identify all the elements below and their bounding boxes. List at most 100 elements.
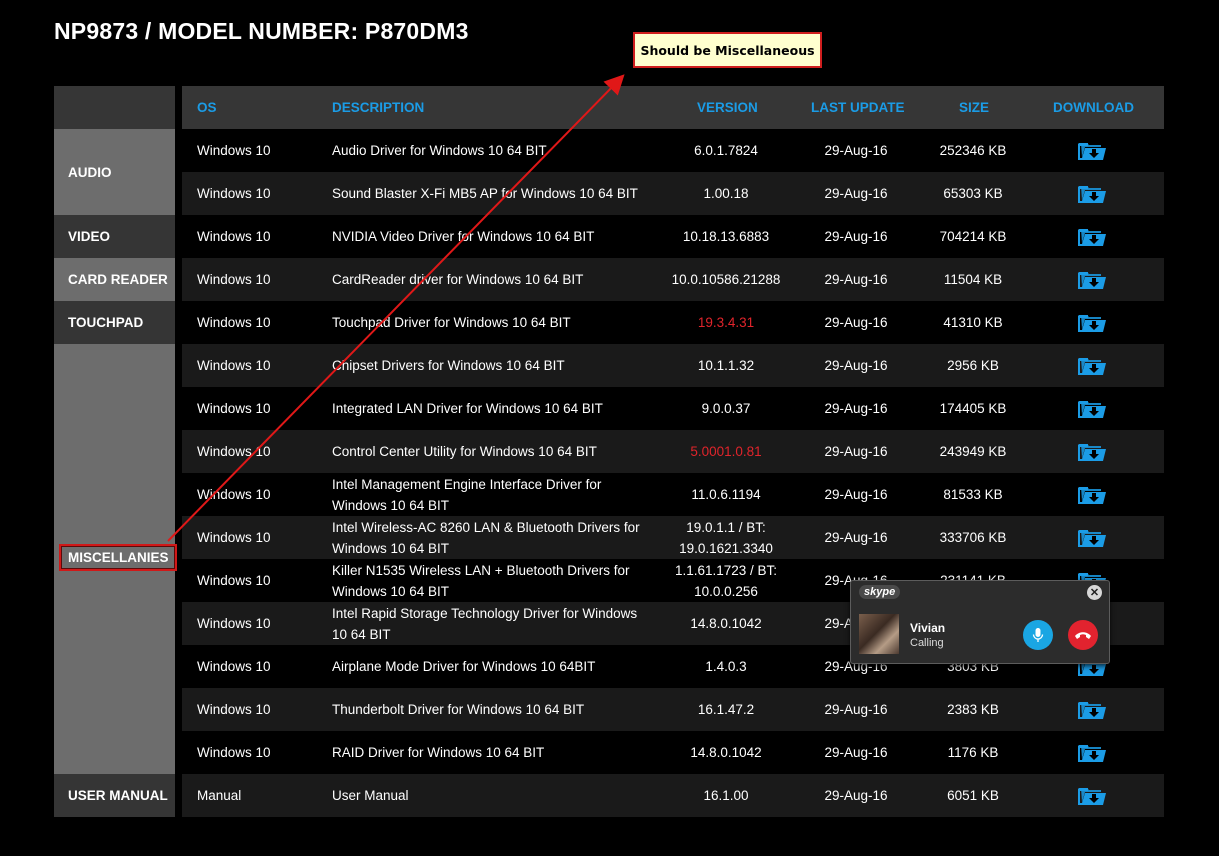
avatar	[859, 614, 899, 654]
cell-version: 1.4.0.3	[705, 659, 747, 674]
cell-size: 243949 KB	[939, 444, 1007, 459]
download-button[interactable]	[1062, 473, 1122, 516]
download-button[interactable]	[1062, 172, 1122, 215]
cell-last-update: 29-Aug-16	[824, 530, 888, 545]
download-button[interactable]	[1062, 387, 1122, 430]
cell-description: Integrated LAN Driver for Windows 10 64 …	[332, 401, 603, 416]
header-download: DOWNLOAD	[1053, 100, 1134, 115]
skype-logo: skype	[859, 585, 901, 599]
cell-version: 6.0.1.7824	[694, 143, 758, 158]
cell-os: Windows 10	[197, 229, 271, 244]
cell-os: Windows 10	[197, 487, 271, 502]
cell-os: Windows 10	[197, 616, 271, 631]
cell-version: 16.1.00	[703, 788, 749, 803]
cell-description: NVIDIA Video Driver for Windows 10 64 BI…	[332, 229, 595, 244]
category-user-manual[interactable]: USER MANUAL	[54, 774, 175, 817]
category-touchpad[interactable]: TOUCHPAD	[54, 301, 175, 344]
close-icon[interactable]: ✕	[1087, 585, 1102, 600]
cell-os: Windows 10	[197, 745, 271, 760]
page-title: NP9873 / MODEL NUMBER: P870DM3	[54, 18, 469, 44]
download-button[interactable]	[1062, 430, 1122, 473]
cell-os: Windows 10	[197, 444, 271, 459]
cell-last-update: 29-Aug-16	[824, 315, 888, 330]
download-button[interactable]	[1062, 731, 1122, 774]
cell-os: Windows 10	[197, 702, 271, 717]
cell-last-update: 29-Aug-16	[824, 745, 888, 760]
folder-download-icon	[1078, 529, 1106, 547]
cell-version: 14.8.0.1042	[690, 745, 762, 760]
folder-download-icon	[1078, 744, 1106, 762]
cell-version: 10.0.10586.21288	[671, 272, 781, 287]
category-audio[interactable]: AUDIO	[54, 129, 175, 215]
cell-os: Windows 10	[197, 573, 271, 588]
cell-last-update: 29-Aug-16	[824, 444, 888, 459]
cell-version: 11.0.6.1194	[691, 487, 761, 502]
category-miscellanies[interactable]: MISCELLANIES	[54, 344, 177, 774]
category-miscellanies-label: MISCELLANIES	[59, 544, 177, 571]
cell-last-update: 29-Aug-16	[824, 229, 888, 244]
download-button[interactable]	[1062, 688, 1122, 731]
skype-call-popup: skype ✕ Vivian Calling	[850, 580, 1110, 664]
cell-size: 41310 KB	[943, 315, 1003, 330]
folder-download-icon	[1078, 400, 1106, 418]
header-last-update: LAST UPDATE	[811, 100, 905, 115]
cell-last-update: 29-Aug-16	[824, 186, 888, 201]
download-button[interactable]	[1062, 344, 1122, 387]
folder-download-icon	[1078, 228, 1106, 246]
cell-version: 1.1.61.1723 / BT: 10.0.0.256	[674, 562, 778, 599]
cell-version: 16.1.47.2	[697, 702, 755, 717]
cell-size: 6051 KB	[947, 788, 999, 803]
cell-last-update: 29-Aug-16	[824, 702, 888, 717]
cell-description: Thunderbolt Driver for Windows 10 64 BIT	[332, 702, 585, 717]
cell-last-update: 29-Aug-16	[824, 272, 888, 287]
download-button[interactable]	[1062, 774, 1122, 817]
table-row: Windows 10 Touchpad Driver for Windows 10…	[182, 301, 1164, 344]
cell-description: User Manual	[332, 788, 409, 803]
cell-description: Control Center Utility for Windows 10 64…	[332, 444, 597, 459]
download-button[interactable]	[1062, 215, 1122, 258]
cell-size: 2956 KB	[947, 358, 999, 373]
table-row: Windows 10 Control Center Utility for Win…	[182, 430, 1164, 473]
category-card-reader-label: CARD READER	[68, 272, 168, 287]
cell-version: 10.18.13.6883	[682, 229, 770, 244]
download-button[interactable]	[1062, 516, 1122, 559]
folder-download-icon	[1078, 185, 1106, 203]
download-button[interactable]	[1062, 129, 1122, 172]
cell-description: Intel Rapid Storage Technology Driver fo…	[332, 605, 638, 642]
table-row: Windows 10 Sound Blaster X-Fi MB5 AP for …	[182, 172, 1164, 215]
cell-size: 333706 KB	[939, 530, 1007, 545]
cell-size: 174405 KB	[939, 401, 1007, 416]
cell-size: 1176 KB	[947, 745, 999, 760]
category-user-manual-label: USER MANUAL	[68, 788, 168, 803]
folder-download-icon	[1078, 486, 1106, 504]
cell-description: Touchpad Driver for Windows 10 64 BIT	[332, 315, 571, 330]
header-size: SIZE	[959, 100, 990, 115]
cell-description: Intel Management Engine Interface Driver…	[332, 476, 602, 513]
mute-microphone-button[interactable]	[1023, 620, 1053, 650]
cell-size: 252346 KB	[939, 143, 1007, 158]
category-header-blank	[54, 86, 175, 129]
cell-size: 2383 KB	[947, 702, 999, 717]
cell-os: Windows 10	[197, 272, 271, 287]
table-row: Windows 10 RAID Driver for Windows 10 64 …	[182, 731, 1164, 774]
cell-os: Windows 10	[197, 358, 271, 373]
category-video[interactable]: VIDEO	[54, 215, 175, 258]
cell-description: CardReader driver for Windows 10 64 BIT	[332, 272, 584, 287]
microphone-icon	[1032, 628, 1044, 642]
header-os: OS	[197, 100, 217, 115]
hang-up-button[interactable]	[1068, 620, 1098, 650]
cell-os: Windows 10	[197, 401, 271, 416]
call-status: Calling	[910, 637, 944, 649]
cell-size: 65303 KB	[943, 186, 1003, 201]
table-row: Manual User Manual 16.1.00 29-Aug-16 6051 KB	[182, 774, 1164, 817]
folder-download-icon	[1078, 787, 1106, 805]
cell-version: 5.0001.0.81	[690, 444, 762, 459]
cell-last-update: 29-Aug-16	[824, 487, 888, 502]
cell-version: 1.00.18	[703, 186, 749, 201]
download-button[interactable]	[1062, 301, 1122, 344]
category-card-reader[interactable]: CARD READER	[54, 258, 175, 301]
cell-version: 10.1.1.32	[697, 358, 755, 373]
cell-os: Windows 10	[197, 659, 271, 674]
download-button[interactable]	[1062, 258, 1122, 301]
category-touchpad-label: TOUCHPAD	[68, 315, 144, 330]
